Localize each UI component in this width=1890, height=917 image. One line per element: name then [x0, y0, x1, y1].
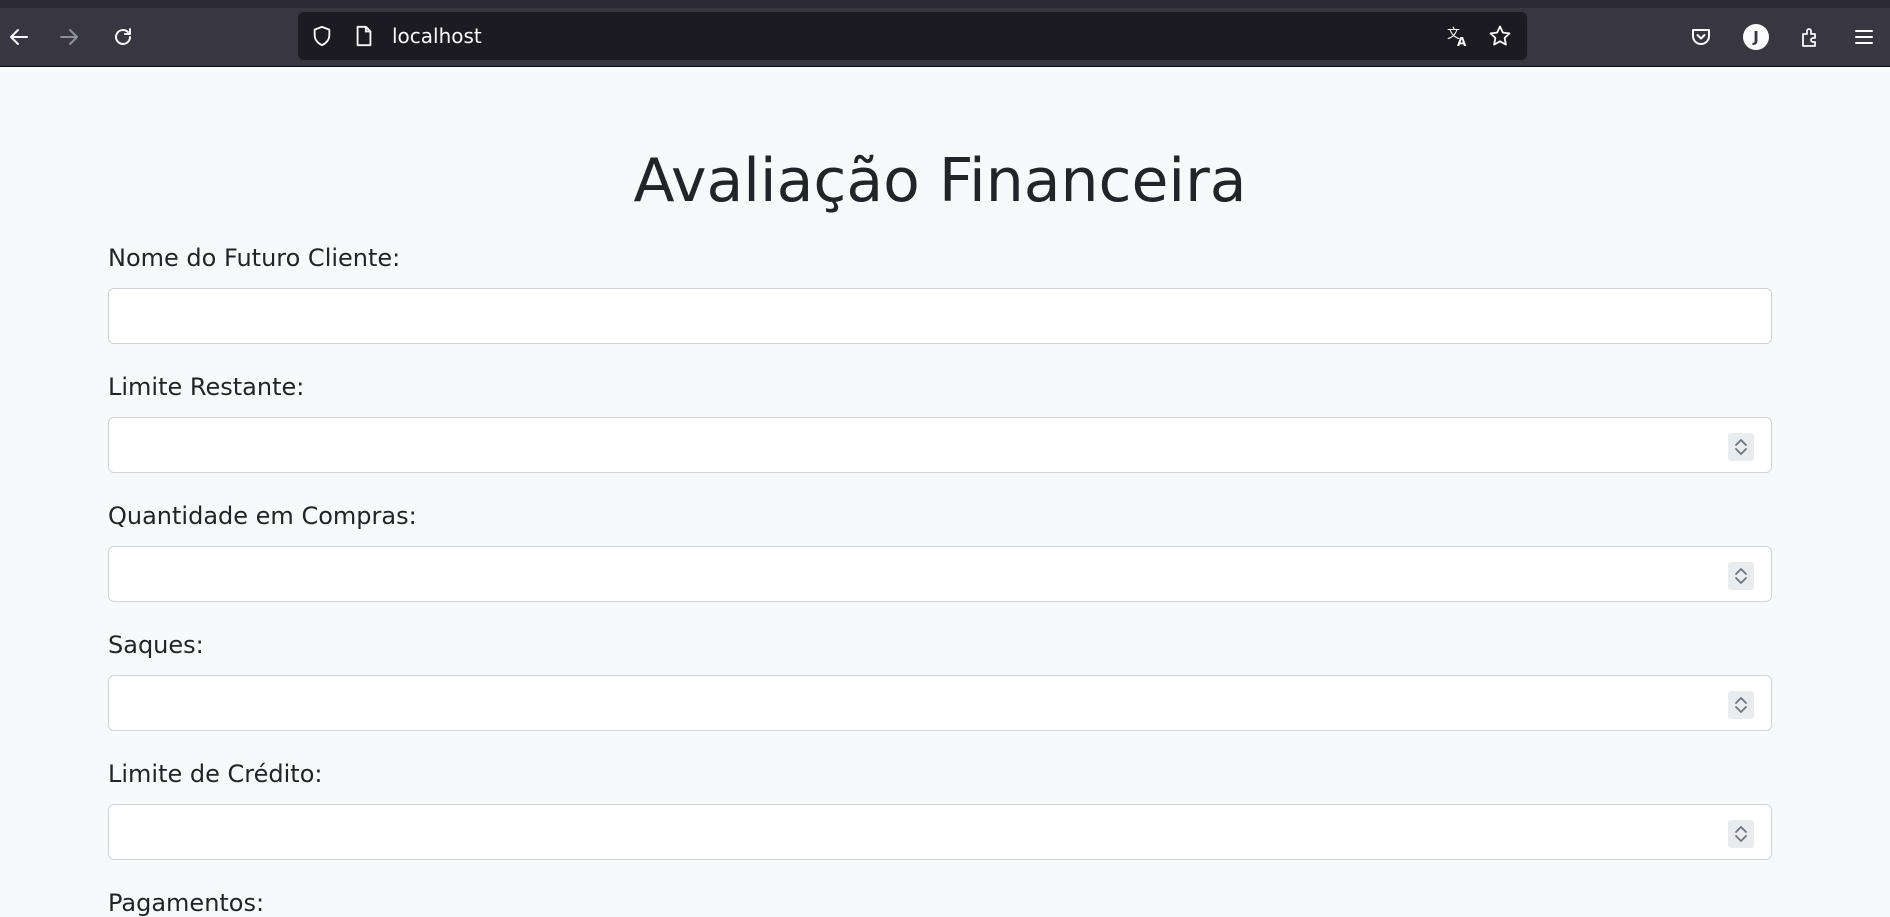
remaining-limit-label: Limite Restante: [108, 373, 305, 401]
spinner-up-icon[interactable] [1734, 825, 1748, 834]
pocket-icon[interactable] [1686, 22, 1716, 52]
window-top-strip [0, 0, 1890, 8]
back-arrow-icon [10, 29, 28, 45]
svg-text:A: A [1457, 35, 1467, 48]
spinner-up-icon[interactable] [1734, 567, 1748, 576]
url-text[interactable]: localhost [392, 12, 482, 60]
shield-icon[interactable] [310, 24, 334, 48]
spinner-up-icon[interactable] [1734, 438, 1748, 447]
withdrawals-label: Saques: [108, 631, 204, 659]
reload-icon [115, 28, 131, 45]
spinner-down-icon[interactable] [1734, 447, 1748, 456]
translate-icon[interactable]: 文A [1446, 24, 1470, 48]
browser-toolbar: localhost 文A J [0, 8, 1890, 66]
page-content: Avaliação Financeira Nome do Futuro Clie… [0, 67, 1890, 917]
client-name-input[interactable] [108, 288, 1772, 344]
reload-button[interactable] [104, 18, 142, 56]
address-bar[interactable]: localhost 文A [298, 12, 1527, 60]
withdrawals-input[interactable] [108, 675, 1772, 731]
payments-label: Pagamentos: [108, 889, 265, 917]
avatar: J [1743, 24, 1769, 50]
number-spinner[interactable] [1728, 820, 1754, 848]
extensions-icon[interactable] [1795, 22, 1825, 52]
purchases-quantity-label: Quantidade em Compras: [108, 502, 417, 530]
account-avatar-button[interactable]: J [1741, 22, 1771, 52]
page-title: Avaliação Financeira [633, 146, 1247, 216]
number-spinner[interactable] [1728, 691, 1754, 719]
purchases-quantity-input[interactable] [108, 546, 1772, 602]
number-spinner[interactable] [1728, 433, 1754, 461]
remaining-limit-input[interactable] [108, 417, 1772, 473]
spinner-down-icon[interactable] [1734, 705, 1748, 714]
spinner-down-icon[interactable] [1734, 576, 1748, 585]
client-name-label: Nome do Futuro Cliente: [108, 244, 401, 272]
forward-button[interactable] [50, 18, 88, 56]
spinner-up-icon[interactable] [1734, 696, 1748, 705]
forward-arrow-icon [60, 29, 78, 45]
hamburger-menu-icon[interactable] [1849, 22, 1879, 52]
star-icon[interactable] [1488, 24, 1512, 48]
back-button[interactable] [0, 18, 38, 56]
spinner-down-icon[interactable] [1734, 834, 1748, 843]
credit-limit-label: Limite de Crédito: [108, 760, 323, 788]
credit-limit-input[interactable] [108, 804, 1772, 860]
number-spinner[interactable] [1728, 562, 1754, 590]
page-icon[interactable] [352, 24, 376, 48]
